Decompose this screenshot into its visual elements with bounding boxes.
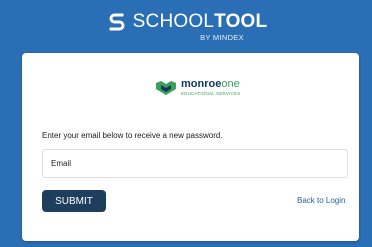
brand-name: SCHOOLTOOL: [133, 12, 268, 32]
submit-button[interactable]: SUBMIT: [42, 190, 106, 212]
brand-subtitle: BY MINDEX: [200, 33, 244, 42]
instruction-text: Enter your email below to receive a new …: [42, 131, 223, 140]
brand-name-bold: TOOL: [214, 11, 268, 32]
back-to-login-link[interactable]: Back to Login: [297, 196, 345, 205]
monroe-one-logo-icon: [156, 80, 176, 95]
schooltool-s-logo-icon: [109, 13, 125, 31]
app-header: SCHOOLTOOL BY MINDEX: [0, 0, 372, 48]
partner-name-part1: monroe: [181, 78, 222, 90]
schooltool-logo: SCHOOLTOOL: [105, 10, 268, 34]
partner-text: monroeone EDUCATIONAL SERVICES: [181, 79, 241, 97]
monroe-one-logo: monroeone EDUCATIONAL SERVICES: [155, 79, 240, 96]
brand-name-prefix: SCHOOL: [132, 11, 215, 32]
reset-password-card: monroeone EDUCATIONAL SERVICES Enter you…: [22, 53, 359, 241]
partner-name: monroeone: [181, 79, 240, 90]
email-field[interactable]: [42, 149, 348, 178]
partner-name-part2: one: [221, 78, 240, 90]
partner-subtitle: EDUCATIONAL SERVICES: [181, 91, 241, 96]
